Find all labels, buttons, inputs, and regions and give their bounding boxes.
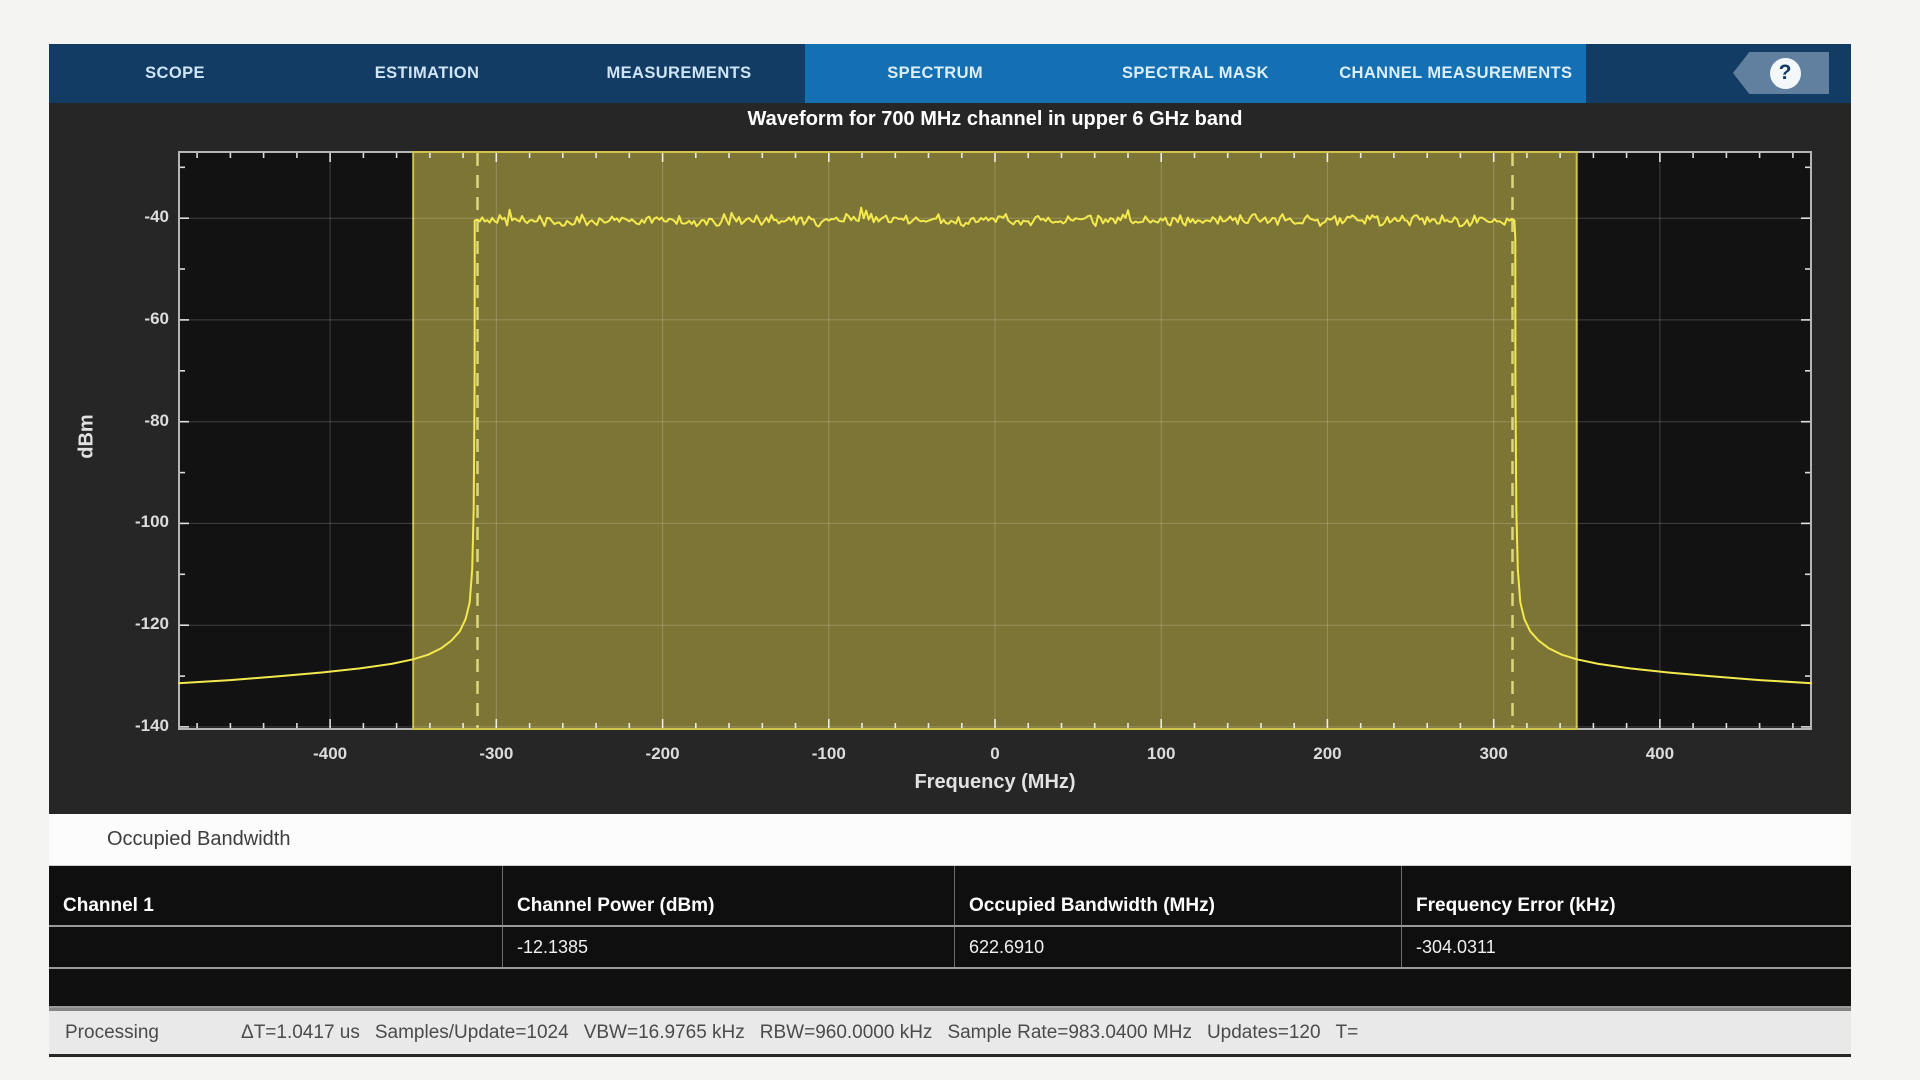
table-header-channel: Channel 1: [49, 866, 502, 925]
y-tick-label: -100: [49, 512, 169, 532]
tab-spectral-mask[interactable]: SPECTRAL MASK: [1065, 44, 1325, 103]
screenshot-stage: SCOPE ESTIMATION MEASUREMENTS SPECTRUM S…: [0, 0, 1920, 1080]
status-samples-per-update: Samples/Update=1024: [375, 1022, 569, 1044]
status-updates: Updates=120: [1207, 1022, 1321, 1044]
help-icon: ?: [1770, 58, 1801, 89]
table-header-row: Channel 1 Channel Power (dBm) Occupied B…: [49, 866, 1851, 925]
x-tick-label: 100: [1116, 744, 1206, 764]
x-tick-label: 300: [1449, 744, 1539, 764]
table-header-occupied-bandwidth: Occupied Bandwidth (MHz): [954, 866, 1401, 925]
table-header-channel-power: Channel Power (dBm): [502, 866, 954, 925]
spectrum-plot-panel: Waveform for 700 MHz channel in upper 6 …: [49, 103, 1851, 814]
status-state: Processing: [65, 1022, 159, 1044]
table-cell-channel-power: -12.1385: [502, 927, 954, 967]
occupied-bandwidth-panel-title: Occupied Bandwidth: [49, 814, 1851, 866]
tab-group-right: ?: [1586, 44, 1851, 103]
x-tick-label: -300: [451, 744, 541, 764]
status-time: T=: [1336, 1022, 1359, 1044]
tab-estimation[interactable]: ESTIMATION: [301, 44, 553, 103]
table-cell-channel: [49, 927, 502, 967]
x-tick-label: -100: [784, 744, 874, 764]
table-cell-occupied-bandwidth: 622.6910: [954, 927, 1401, 967]
tab-group-active: SPECTRUM SPECTRAL MASK CHANNEL MEASUREME…: [805, 44, 1586, 103]
y-tick-label: -80: [49, 411, 169, 431]
occupied-bandwidth-title-text: Occupied Bandwidth: [107, 828, 290, 851]
y-axis-label: dBm: [76, 414, 99, 458]
status-vbw: VBW=16.9765 kHz: [584, 1022, 745, 1044]
tab-measurements[interactable]: MEASUREMENTS: [553, 44, 805, 103]
channel-measurements-table: Channel 1 Channel Power (dBm) Occupied B…: [49, 866, 1851, 1008]
x-axis-label: Frequency (MHz): [178, 771, 1812, 794]
x-tick-label: -200: [618, 744, 708, 764]
help-button[interactable]: ?: [1733, 52, 1829, 94]
x-tick-label: 0: [950, 744, 1040, 764]
x-tick-label: 200: [1282, 744, 1372, 764]
plot-title: Waveform for 700 MHz channel in upper 6 …: [178, 108, 1812, 131]
status-sample-rate: Sample Rate=983.0400 MHz: [947, 1022, 1192, 1044]
status-bar: Processing ΔT=1.0417 us Samples/Update=1…: [49, 1008, 1851, 1054]
table-cell-frequency-error: -304.0311: [1401, 927, 1851, 967]
tab-group-left: SCOPE ESTIMATION MEASUREMENTS: [49, 44, 805, 103]
spectrum-analyzer-window: SCOPE ESTIMATION MEASUREMENTS SPECTRUM S…: [49, 44, 1851, 1057]
toolstrip-tabbar: SCOPE ESTIMATION MEASUREMENTS SPECTRUM S…: [49, 44, 1851, 103]
table-row: -12.1385 622.6910 -304.0311: [49, 927, 1851, 967]
x-tick-label: 400: [1615, 744, 1705, 764]
y-tick-label: -140: [49, 716, 169, 736]
tab-channel-measurements[interactable]: CHANNEL MEASUREMENTS: [1326, 44, 1586, 103]
y-tick-label: -120: [49, 614, 169, 634]
x-tick-label: -400: [285, 744, 375, 764]
y-tick-label: -40: [49, 207, 169, 227]
tab-spectrum[interactable]: SPECTRUM: [805, 44, 1065, 103]
spectrum-chart[interactable]: [178, 151, 1812, 730]
status-delta-t: ΔT=1.0417 us: [241, 1022, 360, 1044]
status-rbw: RBW=960.0000 kHz: [760, 1022, 933, 1044]
tab-scope[interactable]: SCOPE: [49, 44, 301, 103]
table-empty-row: [49, 969, 1851, 1006]
table-header-frequency-error: Frequency Error (kHz): [1401, 866, 1851, 925]
y-tick-label: -60: [49, 309, 169, 329]
